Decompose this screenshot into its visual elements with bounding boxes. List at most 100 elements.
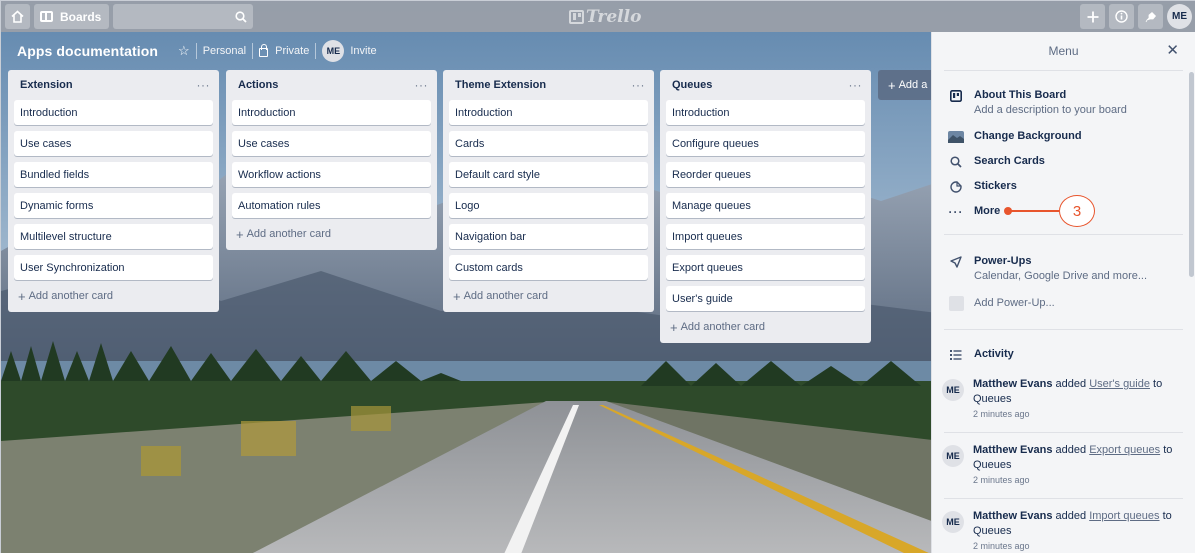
activity-card-link[interactable]: Import queues — [1089, 510, 1159, 522]
activity-verb: added — [1055, 444, 1087, 456]
plus-icon: + — [18, 288, 26, 304]
avatar[interactable]: ME — [942, 445, 964, 467]
create-button[interactable] — [1080, 4, 1105, 29]
avatar[interactable]: ME — [942, 511, 964, 533]
invite-button[interactable]: Invite — [350, 45, 376, 57]
activity-user[interactable]: Matthew Evans — [973, 510, 1052, 522]
about-description: Add a description to your board — [974, 104, 1127, 116]
list-menu-icon[interactable]: ··· — [632, 78, 646, 92]
card[interactable]: Automation rules — [232, 193, 431, 218]
list-theme-extension: Theme Extension ··· Introduction Cards D… — [443, 70, 654, 312]
card[interactable]: Import queues — [666, 224, 865, 249]
plus-icon — [1087, 11, 1098, 22]
trello-logo[interactable]: Trello — [569, 7, 641, 27]
add-card-button[interactable]: + Add another card — [14, 286, 213, 306]
card[interactable]: Use cases — [232, 131, 431, 156]
menu-title: Menu — [1048, 44, 1079, 58]
activity-preposition: to — [1162, 510, 1172, 522]
card[interactable]: Dynamic forms — [14, 193, 213, 218]
add-card-button[interactable]: + Add another card — [666, 317, 865, 337]
card[interactable]: Introduction — [14, 100, 213, 125]
menu-item-more[interactable]: ··· More — [948, 204, 1001, 220]
activity-list-name: Queues — [973, 393, 1012, 405]
search-cards-label: Search Cards — [974, 155, 1045, 167]
list-menu-icon[interactable]: ··· — [849, 78, 863, 92]
card[interactable]: Navigation bar — [449, 224, 648, 249]
add-card-button[interactable]: + Add another card — [232, 224, 431, 244]
menu-divider — [944, 498, 1183, 499]
list-title[interactable]: Extension — [20, 79, 73, 91]
header-divider — [315, 43, 317, 59]
privacy-button[interactable]: Private — [275, 45, 309, 57]
list-menu-icon[interactable]: ··· — [197, 78, 211, 92]
callout-line — [1009, 210, 1059, 212]
header-divider — [195, 43, 197, 59]
activity-header: Activity — [948, 347, 1014, 363]
card[interactable]: Configure queues — [666, 131, 865, 156]
activity-verb: added — [1055, 378, 1087, 390]
card[interactable]: Introduction — [666, 100, 865, 125]
home-button[interactable] — [5, 4, 30, 29]
activity-card-link[interactable]: User's guide — [1089, 378, 1150, 390]
list-title[interactable]: Theme Extension — [455, 79, 546, 91]
search-icon — [235, 10, 247, 23]
list-header: Actions ··· — [232, 70, 431, 100]
card[interactable]: Workflow actions — [232, 162, 431, 187]
card[interactable]: Bundled fields — [14, 162, 213, 187]
member-avatar[interactable]: ME — [322, 40, 345, 62]
menu-item-power-ups[interactable]: Power-Ups Calendar, Google Drive and mor… — [948, 254, 1147, 284]
add-list-button[interactable]: + Add a — [878, 70, 938, 100]
list-title[interactable]: Queues — [672, 79, 712, 91]
activity-preposition: to — [1153, 378, 1163, 390]
activity-timestamp[interactable]: 2 minutes ago — [973, 473, 1182, 487]
add-card-label: Add another card — [246, 228, 331, 240]
menu-item-stickers[interactable]: Stickers — [948, 179, 1017, 195]
notifications-button[interactable] — [1138, 4, 1163, 29]
activity-timestamp[interactable]: 2 minutes ago — [973, 539, 1182, 553]
add-card-label: Add another card — [680, 321, 765, 333]
card[interactable]: Introduction — [449, 100, 648, 125]
board-title[interactable]: Apps documentation — [17, 43, 158, 59]
trello-logo-icon — [569, 10, 584, 24]
activity-user[interactable]: Matthew Evans — [973, 444, 1052, 456]
menu-item-change-background[interactable]: Change Background — [948, 129, 1082, 145]
plus-icon: + — [236, 226, 244, 242]
card[interactable]: Cards — [449, 131, 648, 156]
search-input[interactable] — [113, 4, 254, 29]
list-actions: Actions ··· Introduction Use cases Workf… — [226, 70, 437, 250]
card[interactable]: Logo — [449, 193, 648, 218]
star-icon[interactable]: ☆ — [178, 43, 190, 59]
add-card-button[interactable]: + Add another card — [449, 286, 648, 306]
activity-list-name: Queues — [973, 459, 1012, 471]
change-background-label: Change Background — [974, 130, 1082, 142]
info-button[interactable] — [1109, 4, 1134, 29]
board-menu-panel: Menu ✕ About This Board Add a descriptio… — [931, 32, 1195, 553]
add-card-label: Add another card — [463, 290, 548, 302]
card[interactable]: Use cases — [14, 131, 213, 156]
card[interactable]: User's guide — [666, 286, 865, 311]
card[interactable]: Reorder queues — [666, 162, 865, 187]
menu-item-about[interactable]: About This Board Add a description to yo… — [948, 88, 1127, 118]
menu-divider — [944, 234, 1183, 235]
activity-entry: ME Matthew Evans added Import queues to … — [942, 509, 1182, 553]
boards-button[interactable]: Boards — [34, 4, 110, 29]
card[interactable]: Manage queues — [666, 193, 865, 218]
menu-item-add-power-up[interactable]: Add Power-Up... — [948, 295, 1055, 311]
menu-scrollbar[interactable] — [1189, 72, 1194, 277]
activity-card-link[interactable]: Export queues — [1089, 444, 1160, 456]
user-avatar[interactable]: ME — [1167, 4, 1192, 29]
close-icon[interactable]: ✕ — [1166, 41, 1179, 59]
activity-timestamp[interactable]: 2 minutes ago — [973, 407, 1182, 421]
team-visibility-button[interactable]: Personal — [203, 45, 246, 57]
activity-user[interactable]: Matthew Evans — [973, 378, 1052, 390]
card[interactable]: Default card style — [449, 162, 648, 187]
card[interactable]: Export queues — [666, 255, 865, 280]
list-menu-icon[interactable]: ··· — [415, 78, 429, 92]
card[interactable]: User Synchronization — [14, 255, 213, 280]
card[interactable]: Introduction — [232, 100, 431, 125]
list-title[interactable]: Actions — [238, 79, 278, 91]
card[interactable]: Multilevel structure — [14, 224, 213, 249]
avatar[interactable]: ME — [942, 379, 964, 401]
card[interactable]: Custom cards — [449, 255, 648, 280]
menu-item-search-cards[interactable]: Search Cards — [948, 154, 1045, 170]
